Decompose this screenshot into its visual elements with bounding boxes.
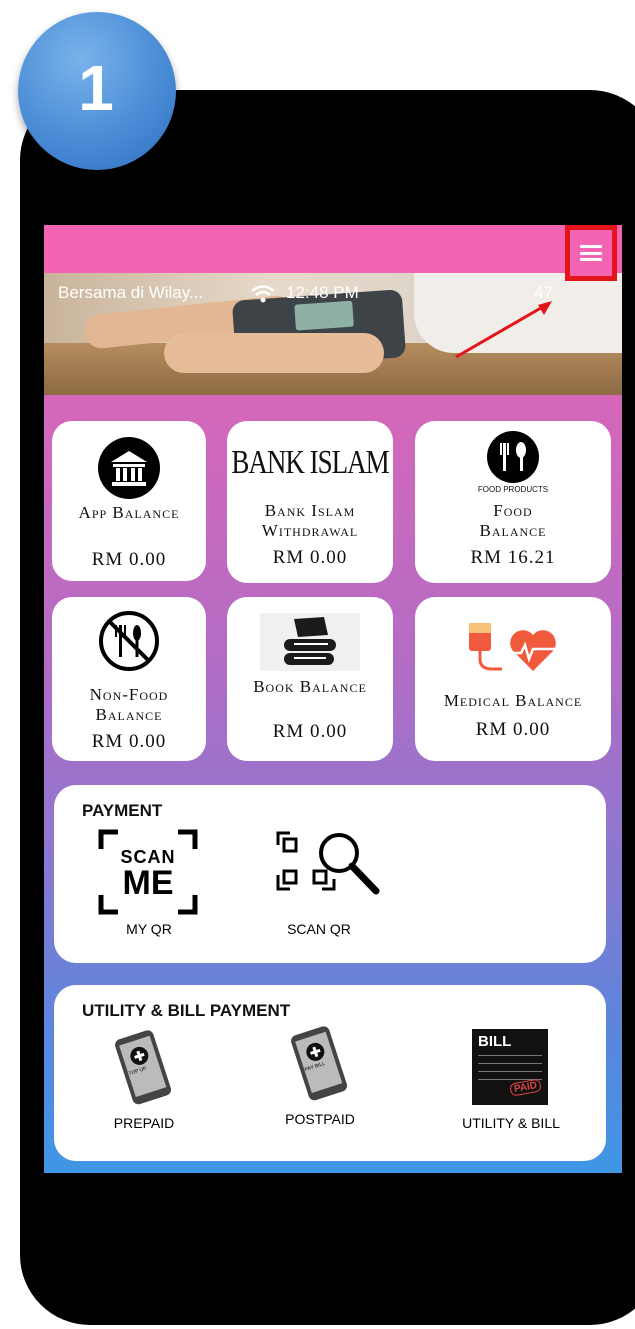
bank-building-icon (98, 437, 160, 499)
book-balance-label: Book Balance (253, 677, 367, 696)
hamburger-menu-button[interactable] (565, 225, 617, 281)
books-icon (260, 613, 360, 671)
medical-balance-amount: RM 0.00 (475, 719, 551, 740)
prepaid-label: PREPAID (113, 1115, 175, 1131)
app-balance-card[interactable]: App Balance RM 0.00 (52, 421, 206, 581)
postpaid-label: POSTPAID (285, 1111, 355, 1127)
qr-search-icon (276, 831, 380, 895)
step-number-badge: 1 (18, 12, 176, 170)
postpaid-button[interactable]: PAY BILL POSTPAID (260, 1025, 380, 1135)
scan-qr-button[interactable]: SCAN QR (254, 829, 384, 941)
medical-heart-icon (469, 623, 559, 671)
step-number: 1 (78, 52, 114, 124)
bank-islam-label: Bank Islam Withdrawal (261, 501, 359, 540)
bank-islam-card[interactable]: BANK ISLAM Bank Islam Withdrawal RM 0.00 (227, 421, 393, 583)
medical-balance-card[interactable]: Medical Balance RM 0.00 (415, 597, 611, 761)
bank-islam-logo: BANK ISLAM (231, 443, 389, 481)
utility-section: UTILITY & BILL PAYMENT TOP UP PREPAID PA… (54, 985, 606, 1161)
utility-bill-label: UTILITY & BILL (462, 1115, 560, 1131)
scan-me-text-2: ME (122, 864, 174, 902)
non-food-balance-label: Non-Food Balance (89, 685, 169, 724)
app-balance-label: App Balance (78, 503, 180, 522)
food-balance-amount: RM 16.21 (470, 547, 556, 568)
food-products-caption: FOOD PRODUCTS (477, 485, 549, 494)
utility-bill-button[interactable]: BILL PAID UTILITY & BILL (446, 1029, 576, 1139)
no-food-icon (99, 611, 159, 671)
wifi-icon (251, 285, 275, 303)
scan-qr-label: SCAN QR (287, 921, 351, 937)
my-qr-button[interactable]: SCAN ME MY QR (94, 829, 204, 941)
pointer-arrow (455, 301, 552, 359)
menu-icon (580, 245, 602, 261)
bank-islam-amount: RM 0.00 (272, 547, 348, 568)
non-food-balance-card[interactable]: Non-Food Balance RM 0.00 (52, 597, 206, 761)
payment-title: PAYMENT (82, 801, 163, 820)
bill-icon: BILL PAID (472, 1029, 548, 1105)
book-balance-amount: RM 0.00 (272, 721, 348, 742)
my-qr-label: MY QR (126, 921, 172, 937)
utility-title: UTILITY & BILL PAYMENT (82, 1001, 291, 1020)
app-screen: Bersama di Wilay... 12:48 PM 47 App Bala… (44, 225, 622, 1173)
carrier-name: Bersama di Wilay... (58, 283, 204, 302)
food-products-icon (487, 431, 539, 483)
prepaid-button[interactable]: TOP UP PREPAID (84, 1029, 204, 1139)
food-balance-label: Food Balance (479, 501, 547, 540)
payment-section: PAYMENT SCAN ME MY QR SCAN QR (54, 785, 606, 963)
app-balance-amount: RM 0.00 (91, 549, 167, 570)
bill-icon-text: BILL (478, 1033, 512, 1050)
non-food-balance-amount: RM 0.00 (91, 731, 167, 752)
food-balance-card[interactable]: FOOD PRODUCTS Food Balance RM 16.21 (415, 421, 611, 583)
book-balance-card[interactable]: Book Balance RM 0.00 (227, 597, 393, 761)
medical-balance-label: Medical Balance (443, 691, 583, 710)
paid-stamp: PAID (509, 1078, 543, 1097)
app-header (44, 225, 622, 273)
status-time: 12:48 PM (286, 283, 359, 302)
